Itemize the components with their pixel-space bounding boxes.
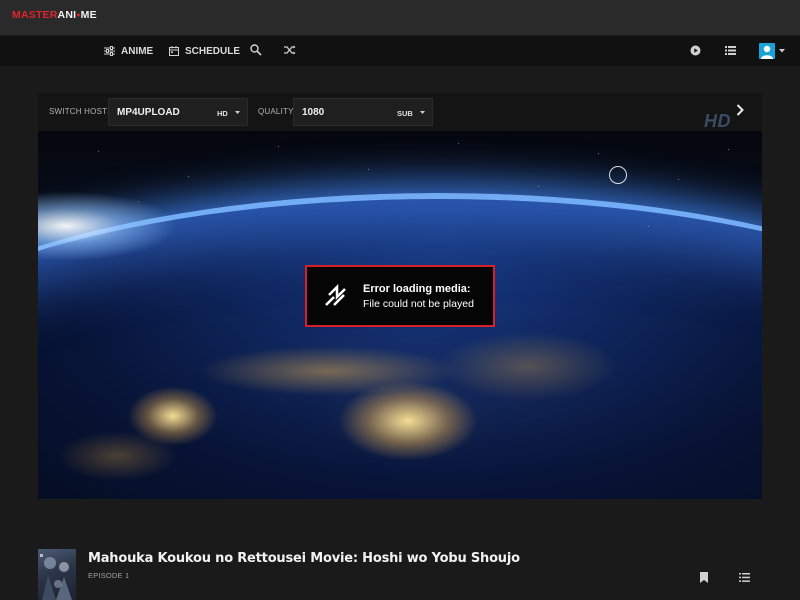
error-message: File could not be played [363, 298, 474, 310]
calendar-icon [169, 46, 179, 56]
star [368, 169, 369, 170]
host-quality-tag: HD [217, 109, 228, 118]
nav-anime-label: ANIME [121, 45, 154, 57]
nav-schedule-link[interactable]: SCHEDULE [169, 44, 240, 58]
star [418, 196, 419, 197]
star [188, 176, 189, 177]
play-circle-icon[interactable] [690, 45, 701, 56]
chevron-down-icon [420, 111, 425, 114]
shuffle-icon[interactable] [284, 45, 296, 55]
city-lights [58, 431, 178, 481]
search-icon[interactable] [250, 44, 262, 56]
video-player: SWITCH HOSTS MP4UPLOAD HD QUALITY 1080 S… [38, 93, 762, 499]
anime-title[interactable]: Mahouka Koukou no Rettousei Movie: Hoshi… [88, 551, 520, 566]
loading-spinner [609, 166, 627, 184]
broken-media-icon [325, 283, 346, 306]
logo-part-master: MASTER [12, 9, 58, 21]
chevron-down-icon [235, 111, 240, 114]
poster-artwork [40, 554, 72, 600]
star [138, 201, 139, 202]
host-select-value: MP4UPLOAD [117, 107, 180, 118]
avatar[interactable] [759, 43, 775, 59]
episode-label: EPISODE 1 [88, 571, 130, 580]
star [648, 226, 649, 227]
error-dialog: Error loading media: File could not be p… [305, 265, 495, 327]
star [678, 179, 679, 180]
error-title: Error loading media: [363, 283, 471, 295]
quality-label: QUALITY [258, 107, 294, 116]
city-lights [198, 346, 458, 396]
anime-poster[interactable] [38, 549, 76, 600]
host-bar: SWITCH HOSTS MP4UPLOAD HD QUALITY 1080 S… [38, 93, 762, 131]
star [538, 186, 539, 187]
nav-anime-link[interactable]: ANIME [104, 44, 153, 58]
bookmark-icon[interactable] [700, 572, 708, 583]
nav-schedule-label: SCHEDULE [185, 45, 241, 57]
switch-hosts-label: SWITCH HOSTS [49, 107, 113, 116]
site-logo[interactable]: MASTERANI●ME [12, 9, 97, 21]
logo-part-ani: ANI [57, 9, 77, 21]
sun-glare [38, 191, 178, 261]
user-silhouette-icon [761, 45, 773, 59]
quality-select-value: 1080 [302, 107, 325, 118]
video-frame[interactable]: Error loading media: File could not be p… [38, 131, 762, 499]
star [728, 149, 729, 150]
chevron-down-icon[interactable] [779, 49, 785, 53]
anime-info: Mahouka Koukou no Rettousei Movie: Hoshi… [38, 549, 762, 600]
quality-sub-tag: SUB [397, 109, 413, 118]
star [458, 143, 459, 144]
list-icon[interactable] [725, 46, 736, 55]
browser-top-bar [0, 0, 800, 36]
episode-list-icon[interactable] [739, 573, 750, 582]
star [98, 151, 99, 152]
quality-select[interactable]: 1080 SUB [293, 98, 433, 126]
sliders-icon [104, 46, 115, 56]
logo-part-me: ME [80, 9, 97, 21]
city-lights [438, 331, 618, 401]
star [278, 146, 279, 147]
chevron-right-icon[interactable] [736, 104, 744, 116]
host-select[interactable]: MP4UPLOAD HD [108, 98, 248, 126]
star [598, 153, 599, 154]
hd-watermark: HD [704, 111, 731, 131]
